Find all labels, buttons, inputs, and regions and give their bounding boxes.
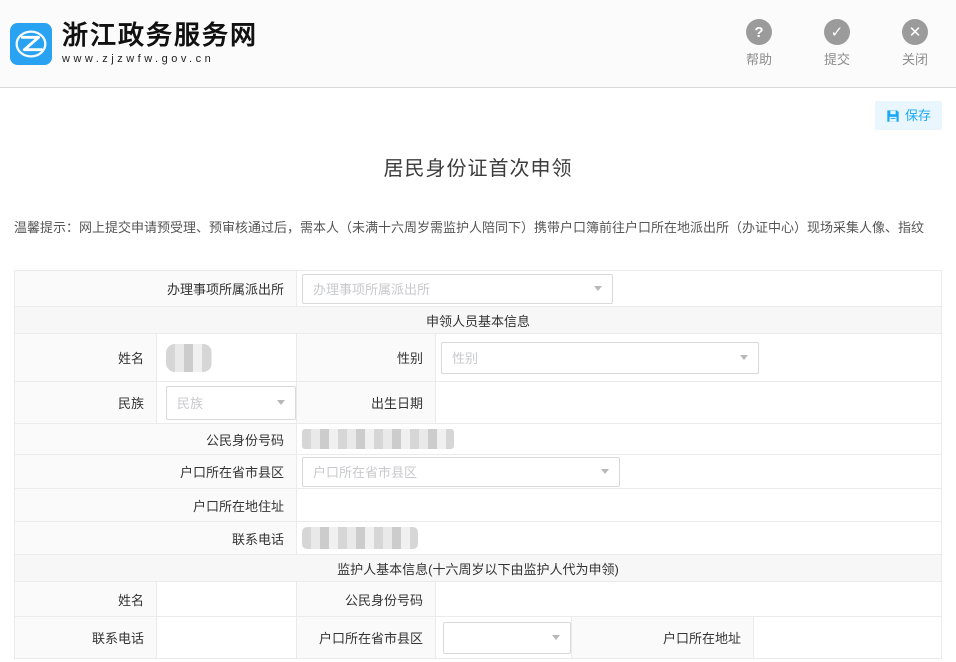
help-button[interactable]: ? 帮助 [746, 19, 772, 68]
id-label: 公民身份号码 [15, 424, 297, 454]
phone-redacted-value [302, 527, 418, 549]
station-select[interactable]: 办理事项所属派出所 [302, 274, 613, 304]
brand-name: 浙江政务服务网 [62, 22, 258, 51]
region-select[interactable]: 户口所在省市县区 [302, 457, 620, 487]
birth-field[interactable] [436, 382, 941, 423]
close-button[interactable]: ✕ 关闭 [902, 19, 928, 68]
guardian-name-label: 姓名 [15, 582, 157, 616]
ethnic-label: 民族 [15, 382, 157, 423]
birth-label: 出生日期 [297, 382, 436, 423]
brand-url: www.zjzwfw.gov.cn [62, 53, 258, 65]
row-guardian-name-id: 姓名 公民身份号码 [15, 582, 941, 617]
address-label: 户口所在地住址 [15, 489, 297, 521]
row-ethnic-birth: 民族 民族 出生日期 [15, 382, 941, 424]
id-field[interactable] [297, 424, 941, 454]
row-region: 户口所在省市县区 户口所在省市县区 [15, 455, 941, 489]
guardian-id-field[interactable] [436, 582, 941, 616]
help-icon: ? [746, 19, 772, 45]
chevron-down-icon [740, 355, 748, 360]
row-name-gender: 姓名 性别 性别 [15, 334, 941, 382]
id-redacted-value [302, 429, 454, 449]
gender-select[interactable]: 性别 [441, 342, 759, 374]
submit-button[interactable]: ✓ 提交 [824, 19, 850, 68]
site-logo: 浙江政务服务网 www.zjzwfw.gov.cn [10, 22, 258, 66]
guardian-phone-label: 联系电话 [15, 617, 157, 658]
chevron-down-icon [594, 286, 602, 291]
name-label: 姓名 [15, 334, 157, 381]
ethnic-select[interactable]: 民族 [166, 386, 296, 420]
chevron-down-icon [277, 400, 285, 405]
gender-label: 性别 [297, 334, 436, 381]
chevron-down-icon [552, 635, 560, 640]
station-label: 办理事项所属派出所 [15, 271, 297, 306]
save-icon [886, 109, 900, 123]
section-applicant-header: 申领人员基本信息 [15, 307, 941, 334]
guardian-phone-field[interactable] [157, 617, 297, 658]
section-guardian-header: 监护人基本信息(十六周岁以下由监护人代为申领) [15, 555, 941, 582]
phone-field[interactable] [297, 522, 941, 554]
page-title: 居民身份证首次申领 [14, 152, 942, 181]
row-phone: 联系电话 [15, 522, 941, 555]
site-header: 浙江政务服务网 www.zjzwfw.gov.cn ? 帮助 ✓ 提交 ✕ 关闭 [0, 0, 956, 88]
guardian-address-label: 户口所在地址 [572, 617, 754, 658]
guardian-region-select[interactable] [443, 622, 571, 654]
toolbar: 保存 [14, 88, 942, 130]
row-station: 办理事项所属派出所 办理事项所属派出所 [15, 271, 941, 307]
row-address: 户口所在地住址 [15, 489, 941, 522]
name-field[interactable] [157, 334, 297, 381]
header-actions: ? 帮助 ✓ 提交 ✕ 关闭 [746, 19, 928, 68]
main-content: 保存 居民身份证首次申领 温馨提示：网上提交申请预受理、预审核通过后，需本人（未… [0, 88, 956, 659]
address-field[interactable] [297, 489, 941, 521]
application-form: 办理事项所属派出所 办理事项所属派出所 申领人员基本信息 姓名 性别 性别 [14, 270, 942, 659]
region-label: 户口所在省市县区 [15, 455, 297, 488]
logo-icon [10, 23, 52, 65]
guardian-region-label: 户口所在省市县区 [297, 617, 436, 658]
row-citizen-id: 公民身份号码 [15, 424, 941, 455]
phone-label: 联系电话 [15, 522, 297, 554]
chevron-down-icon [601, 469, 609, 474]
tips-text: 温馨提示：网上提交申请预受理、预审核通过后，需本人（未满十六周岁需监护人陪同下）… [14, 219, 942, 237]
row-guardian-phone-region-address: 联系电话 户口所在省市县区 户口所在地址 [15, 617, 941, 658]
save-button[interactable]: 保存 [875, 101, 942, 130]
guardian-name-field[interactable] [157, 582, 297, 616]
guardian-id-label: 公民身份号码 [297, 582, 436, 616]
close-icon: ✕ [902, 19, 928, 45]
check-icon: ✓ [824, 19, 850, 45]
name-redacted-value [166, 344, 212, 372]
guardian-address-field[interactable] [754, 617, 941, 658]
